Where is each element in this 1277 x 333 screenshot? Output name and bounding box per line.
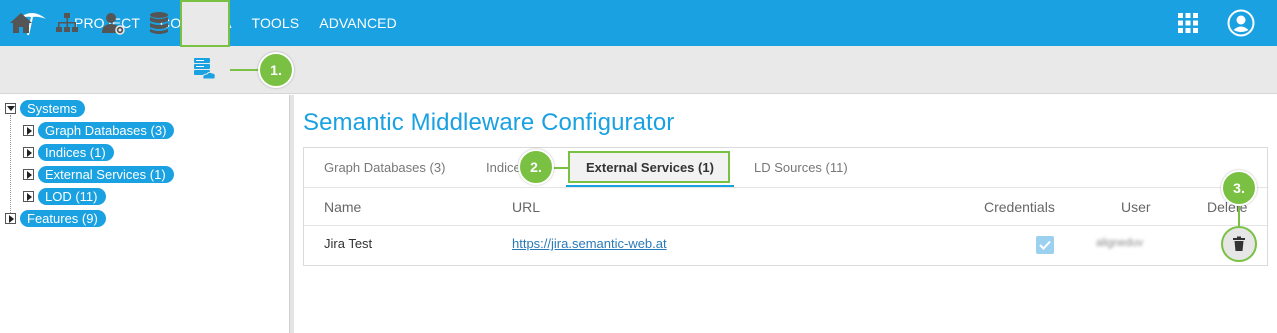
tree-node-label[interactable]: Features (9) [20,209,106,227]
tree-node-label[interactable]: Indices (1) [38,143,114,161]
user-account-icon[interactable] [1227,9,1255,37]
menu-advanced[interactable]: ADVANCED [319,15,397,31]
row-user: aligneduv [1096,237,1144,249]
tree-node-lod[interactable]: LOD (11) [23,187,106,205]
tab-graph-databases[interactable]: Graph Databases (3) [324,160,445,175]
tree-node-external-services[interactable]: External Services (1) [23,165,174,183]
expand-toggle-icon[interactable] [5,212,16,224]
trash-icon [1233,236,1245,251]
callout-3: 3. [1221,170,1257,206]
external-services-toolbar-button[interactable] [180,0,230,47]
tree-node-label[interactable]: LOD (11) [38,187,106,205]
tree-node-label[interactable]: Systems [20,99,85,117]
delete-button[interactable] [1221,226,1257,262]
expand-toggle-icon[interactable] [23,190,34,202]
home-icon[interactable] [8,10,34,36]
callout-2: 2. [518,149,554,185]
credentials-checkbox[interactable] [1036,236,1054,254]
column-header-name: Name [324,199,362,215]
callout-1-connector [230,69,260,71]
database-cloud-icon[interactable] [191,56,217,82]
tab-external-services-label[interactable]: External Services (1) [586,160,714,175]
tree-node-features[interactable]: Features (9) [5,209,106,227]
tree-node-graph-databases[interactable]: Graph Databases (3) [23,121,175,139]
tabs-divider [304,187,1267,188]
tab-ld-sources[interactable]: LD Sources (11) [754,160,848,175]
column-header-user: User [1121,199,1151,215]
callout-1: 1. [258,52,294,88]
tree-node-systems[interactable]: Systems [5,99,85,117]
expand-toggle-icon[interactable] [23,146,34,158]
user-settings-icon[interactable] [100,10,126,36]
tree-node-label[interactable]: External Services (1) [38,165,174,183]
apps-grid-icon[interactable] [1178,13,1198,33]
checkmark-icon [1039,240,1051,250]
table-header-divider [304,225,1267,226]
column-header-url: URL [512,199,541,215]
expand-toggle-icon[interactable] [23,124,34,136]
expand-toggle-icon[interactable] [23,168,34,180]
row-name: Jira Test [324,236,373,251]
row-url-link[interactable]: https://jira.semantic-web.at [512,236,667,251]
tree-node-indices[interactable]: Indices (1) [23,143,114,161]
menu-tools[interactable]: TOOLS [252,15,300,31]
tree-guide-line [10,115,11,215]
hierarchy-icon[interactable] [54,10,80,36]
page-title: Semantic Middleware Configurator [303,109,675,136]
callout-3-connector [1238,205,1240,228]
tree-node-label[interactable]: Graph Databases (3) [38,121,175,139]
column-header-credentials: Credentials [984,199,1055,215]
collapse-toggle-icon[interactable] [5,102,16,114]
database-icon[interactable] [146,10,172,36]
